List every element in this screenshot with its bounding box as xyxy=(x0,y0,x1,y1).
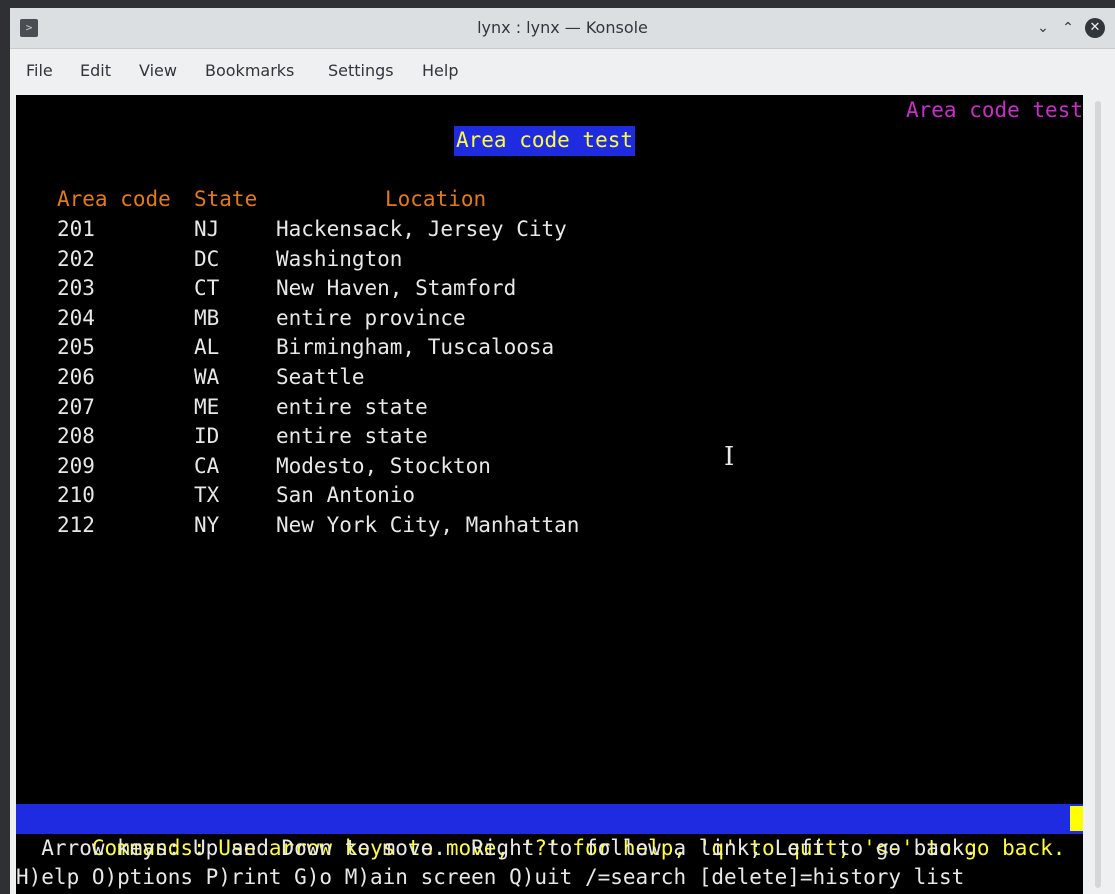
location-cell: New Haven, Stamford xyxy=(276,276,517,301)
table-row: 205 AL Birmingham, Tuscaloosa xyxy=(16,333,1083,363)
column-header-state: State xyxy=(194,187,258,211)
commands-status-line: Commands: Use arrow keys to move, '?' fo… xyxy=(16,804,1083,860)
location-cell: Washington xyxy=(276,246,403,271)
close-button[interactable]: ✕ xyxy=(1085,18,1105,38)
location-cell: New York City, Manhattan xyxy=(276,513,580,537)
location-cell: Seattle xyxy=(276,365,365,389)
area-code-cell: 201 xyxy=(57,217,95,241)
konsole-window: > lynx : lynx — Konsole ⌄ ⌃ ✕ File Edit … xyxy=(10,8,1115,894)
terminal-view[interactable]: Area code test Area code test Area code … xyxy=(16,95,1083,894)
location-cell: entire state xyxy=(276,424,428,449)
state-cell: NY xyxy=(194,513,220,537)
scrollbar-track[interactable] xyxy=(1095,101,1101,888)
window-title: lynx : lynx — Konsole xyxy=(477,18,648,37)
help-line-shortcuts: H)elp O)ptions P)rint G)o M)ain screen Q… xyxy=(16,865,965,889)
text-cursor-icon: I xyxy=(724,442,735,472)
area-code-cell: 208 xyxy=(57,424,95,449)
area-code-cell: 212 xyxy=(57,513,95,537)
table-row: 207 ME entire state xyxy=(16,393,1083,423)
table-row: 210 TX San Antonio xyxy=(16,481,1083,511)
location-cell: Modesto, Stockton xyxy=(276,453,491,478)
menu-bookmarks[interactable]: Bookmarks xyxy=(205,49,294,92)
help-line-arrow-keys: Arrow keys: Up and Down to move. Right t… xyxy=(16,836,977,860)
area-code-cell: 204 xyxy=(57,305,95,330)
menu-file[interactable]: File xyxy=(26,49,53,92)
state-cell: ME xyxy=(194,394,220,419)
table-row: 212 NY New York City, Manhattan xyxy=(16,511,1083,541)
state-cell: WA xyxy=(194,365,220,389)
state-cell: CA xyxy=(194,453,220,478)
table-row: 201 NJ Hackensack, Jersey City xyxy=(16,215,1083,245)
location-cell: Birmingham, Tuscaloosa xyxy=(276,335,555,360)
column-header-area-code: Area code xyxy=(57,187,171,211)
table-row: 202 DC Washington xyxy=(16,245,1083,275)
state-cell: DC xyxy=(194,246,220,271)
terminal-scrollbar[interactable] xyxy=(1083,95,1115,894)
location-cell: entire state xyxy=(276,394,428,419)
menu-edit[interactable]: Edit xyxy=(80,49,111,92)
state-cell: ID xyxy=(194,424,220,449)
terminal-cursor xyxy=(1070,806,1083,831)
area-code-cell: 203 xyxy=(57,276,95,301)
column-header-location: Location xyxy=(385,187,487,211)
state-cell: NJ xyxy=(194,217,220,241)
table-row: 209 CA Modesto, Stockton xyxy=(16,452,1083,482)
area-code-cell: 207 xyxy=(57,394,95,419)
menu-settings[interactable]: Settings xyxy=(328,49,394,92)
area-code-cell: 205 xyxy=(57,335,95,360)
location-cell: Hackensack, Jersey City xyxy=(276,217,567,241)
table-row: 206 WA Seattle xyxy=(16,363,1083,393)
menu-bar: File Edit View Bookmarks Settings Help xyxy=(10,49,1115,92)
maximize-button[interactable]: ⌃ xyxy=(1058,18,1078,38)
state-cell: CT xyxy=(194,276,220,301)
area-code-cell: 206 xyxy=(57,365,95,389)
menu-view[interactable]: View xyxy=(139,49,177,92)
state-cell: MB xyxy=(194,305,220,330)
menu-help[interactable]: Help xyxy=(422,49,458,92)
document-title-corner: Area code test xyxy=(905,98,1083,122)
table-row: 208 ID entire state xyxy=(16,422,1083,452)
state-cell: TX xyxy=(194,483,220,508)
table-row: 204 MB entire province xyxy=(16,304,1083,334)
minimize-button[interactable]: ⌄ xyxy=(1033,18,1053,38)
location-cell: San Antonio xyxy=(276,483,416,508)
page-heading: Area code test xyxy=(454,126,636,156)
area-code-cell: 202 xyxy=(57,246,95,271)
state-cell: AL xyxy=(194,335,220,360)
location-cell: entire province xyxy=(276,305,466,330)
area-code-cell: 209 xyxy=(57,453,95,478)
table-row: 203 CT New Haven, Stamford xyxy=(16,274,1083,304)
area-code-cell: 210 xyxy=(57,483,95,508)
title-bar[interactable]: > lynx : lynx — Konsole ⌄ ⌃ ✕ xyxy=(10,8,1115,49)
